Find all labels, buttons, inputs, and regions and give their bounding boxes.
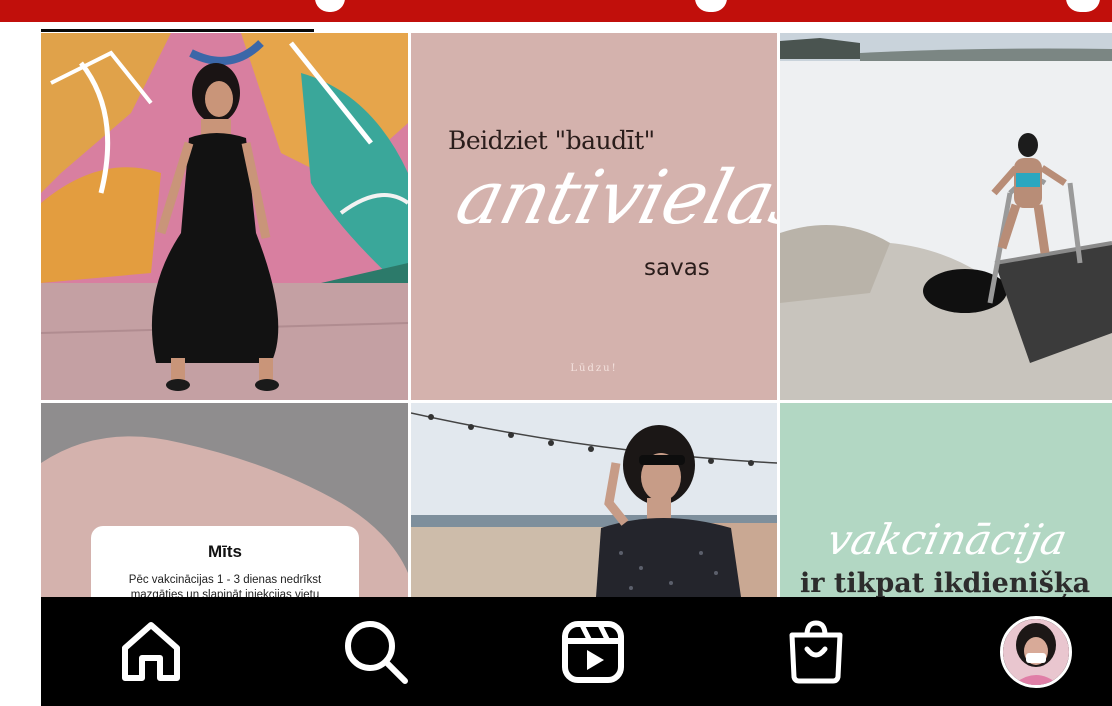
post-footer-text: Lūdzu!	[570, 363, 618, 374]
search-icon	[345, 620, 408, 684]
avatar-photo	[1003, 618, 1069, 685]
post-tile-antivielas[interactable]: Beidziet "baudīt" antivielas savas Lūdzu…	[411, 33, 777, 400]
reels-icon	[562, 620, 624, 683]
profile-avatar	[1000, 615, 1072, 688]
banner-glyph	[695, 0, 727, 12]
post-text-line: Beidziet "baudīt"	[448, 126, 655, 155]
home-icon	[122, 621, 180, 681]
post-tile-mits[interactable]: Mīts Pēc vakcinācijas 1 - 3 dienas nedrī…	[41, 403, 408, 597]
nav-reels-button[interactable]	[553, 597, 633, 706]
post-tile-winter-swim[interactable]	[780, 33, 1112, 400]
post-tile-vakcinacija[interactable]: vakcinācija ir tikpat ikdienišķa	[780, 403, 1112, 597]
myth-card-title: Mīts	[208, 542, 242, 561]
nav-shop-button[interactable]	[776, 597, 856, 706]
bottom-navigation-bar	[41, 597, 1112, 706]
post-script-text: antivielas	[448, 155, 777, 241]
post-photo	[780, 33, 1112, 400]
myth-card: Mīts Pēc vakcinācijas 1 - 3 dienas nedrī…	[91, 526, 359, 597]
profile-post-grid: Beidziet "baudīt" antivielas savas Lūdzu…	[41, 33, 1112, 597]
grid-tab-indicator	[41, 29, 314, 32]
post-tile-beach-sunglasses[interactable]	[411, 403, 777, 597]
post-photo	[41, 33, 408, 400]
nav-home-button[interactable]	[111, 597, 191, 706]
post-tile-dress-mural[interactable]	[41, 33, 408, 400]
myth-card-body: Pēc vakcinācijas 1 - 3 dienas nedrīkst m…	[128, 574, 322, 597]
shop-icon	[789, 619, 843, 683]
post-text-line: ir tikpat ikdienišķa	[800, 568, 1091, 597]
banner-glyph	[1066, 0, 1100, 12]
post-photo	[411, 403, 777, 597]
banner-glyph	[315, 0, 345, 12]
post-text-line: savas	[644, 255, 710, 281]
post-script-text: vakcinācija	[822, 515, 1072, 564]
top-banner	[0, 0, 1112, 22]
nav-search-button[interactable]	[331, 597, 421, 706]
nav-profile-button[interactable]	[996, 597, 1076, 706]
